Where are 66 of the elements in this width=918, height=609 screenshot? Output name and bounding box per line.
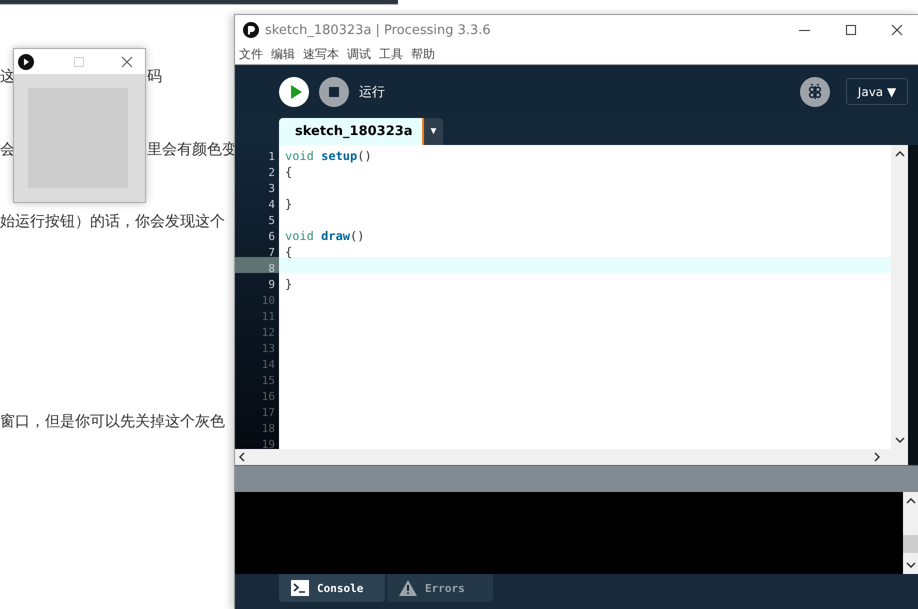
play-icon <box>290 84 302 98</box>
warning-icon <box>399 580 417 596</box>
mode-dropdown[interactable]: Java ▼ <box>846 78 908 105</box>
line-number: 14 <box>262 358 275 371</box>
code-line: { <box>285 245 292 259</box>
line-number: 3 <box>268 182 275 195</box>
scroll-down-icon[interactable] <box>906 562 916 568</box>
processing-logo-icon <box>243 22 259 38</box>
article-text: 会 <box>0 139 15 159</box>
stop-button[interactable] <box>319 76 349 106</box>
scroll-down-icon[interactable] <box>894 437 904 443</box>
code-line: } <box>285 197 292 211</box>
maximize-icon[interactable] <box>845 24 857 36</box>
line-number: 11 <box>262 310 275 323</box>
horizontal-scrollbar[interactable] <box>235 449 918 465</box>
line-number: 4 <box>268 198 275 211</box>
line-number: 8 <box>268 262 275 275</box>
article-text: 窗口，但是你可以先关掉这个灰色 <box>0 411 225 431</box>
line-number: 7 <box>268 246 275 259</box>
scroll-left-icon[interactable] <box>239 452 245 462</box>
menu-item[interactable]: 工具 <box>379 46 403 63</box>
line-number: 13 <box>262 342 275 355</box>
tab-menu-button[interactable]: ▼ <box>424 118 443 145</box>
editor-tab[interactable]: sketch_180323a <box>279 118 424 145</box>
line-number: 1 <box>268 150 275 163</box>
code-line: } <box>285 277 292 291</box>
code-line: void draw() <box>285 229 364 243</box>
line-number: 16 <box>262 390 275 403</box>
debug-button[interactable] <box>800 76 830 106</box>
stop-icon <box>329 86 339 96</box>
line-number: 6 <box>268 230 275 243</box>
close-icon[interactable] <box>891 24 903 36</box>
article-text: 这 <box>0 66 15 86</box>
article-text: 始运行按钮）的话，你会发现这个 <box>0 211 225 231</box>
line-number: 5 <box>268 214 275 227</box>
processing-logo-icon <box>18 54 34 70</box>
line-number: 9 <box>268 278 275 291</box>
line-number: 17 <box>262 406 275 419</box>
run-button[interactable] <box>279 76 309 106</box>
window-title: sketch_180323a | Processing 3.3.6 <box>265 22 491 38</box>
menu-item[interactable]: 编辑 <box>271 46 295 63</box>
code-line: { <box>285 165 292 179</box>
menu-item[interactable]: 帮助 <box>411 46 435 63</box>
line-number: 15 <box>262 374 275 387</box>
code-line: void setup() <box>285 149 372 163</box>
scroll-right-icon[interactable] <box>874 452 880 462</box>
line-number: 2 <box>268 166 275 179</box>
menu-item[interactable]: 调试 <box>347 46 371 63</box>
terminal-icon <box>291 580 309 596</box>
scroll-up-icon[interactable] <box>894 151 904 157</box>
close-icon[interactable] <box>121 56 133 68</box>
line-number: 10 <box>262 294 275 307</box>
console-tab[interactable]: Console <box>279 574 385 602</box>
console-scrollbar[interactable] <box>903 492 918 574</box>
butterfly-icon <box>807 84 823 100</box>
line-number: 12 <box>262 326 275 339</box>
menu-item[interactable]: 文件 <box>239 46 263 63</box>
run-label: 运行 <box>359 84 385 100</box>
scroll-up-icon[interactable] <box>906 498 916 504</box>
line-number: 18 <box>262 422 275 435</box>
console-tab[interactable]: Errors <box>387 574 493 602</box>
menu-item[interactable]: 速写本 <box>303 46 339 63</box>
article-text: 码 <box>147 66 162 86</box>
line-number: 19 <box>262 438 275 449</box>
vertical-scrollbar[interactable] <box>891 145 908 449</box>
scroll-thumb[interactable] <box>903 535 918 553</box>
